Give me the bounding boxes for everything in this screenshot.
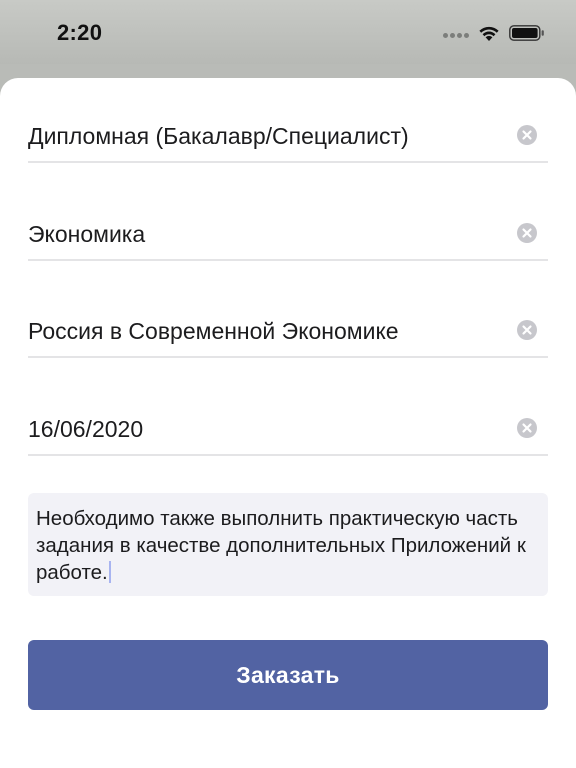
topic-value: Россия в Современной Экономике — [28, 318, 399, 344]
topic-field[interactable]: Россия в Современной Экономике — [28, 310, 548, 358]
clear-circle-icon[interactable] — [517, 320, 537, 340]
battery-icon — [509, 25, 544, 41]
order-form-sheet: Дипломная (Бакалавр/Специалист) Экономик… — [0, 78, 576, 768]
clear-circle-icon[interactable] — [517, 223, 537, 243]
comment-textarea[interactable]: Необходимо также выполнить практическую … — [28, 493, 548, 596]
order-button[interactable]: Заказать — [28, 640, 548, 710]
status-time: 2:20 — [57, 20, 103, 45]
text-caret — [108, 561, 111, 583]
subject-field[interactable]: Экономика — [28, 213, 548, 261]
work-type-value: Дипломная (Бакалавр/Специалист) — [28, 123, 409, 149]
clear-circle-icon[interactable] — [517, 125, 537, 145]
work-type-field[interactable]: Дипломная (Бакалавр/Специалист) — [28, 115, 548, 163]
wifi-icon — [479, 26, 499, 41]
status-bar: 2:20 — [0, 0, 576, 64]
clear-circle-icon[interactable] — [517, 418, 537, 438]
subject-value: Экономика — [28, 221, 146, 247]
signal-dots-icon — [443, 33, 469, 39]
deadline-field[interactable]: 16/06/2020 — [28, 408, 548, 456]
deadline-value: 16/06/2020 — [28, 416, 144, 442]
